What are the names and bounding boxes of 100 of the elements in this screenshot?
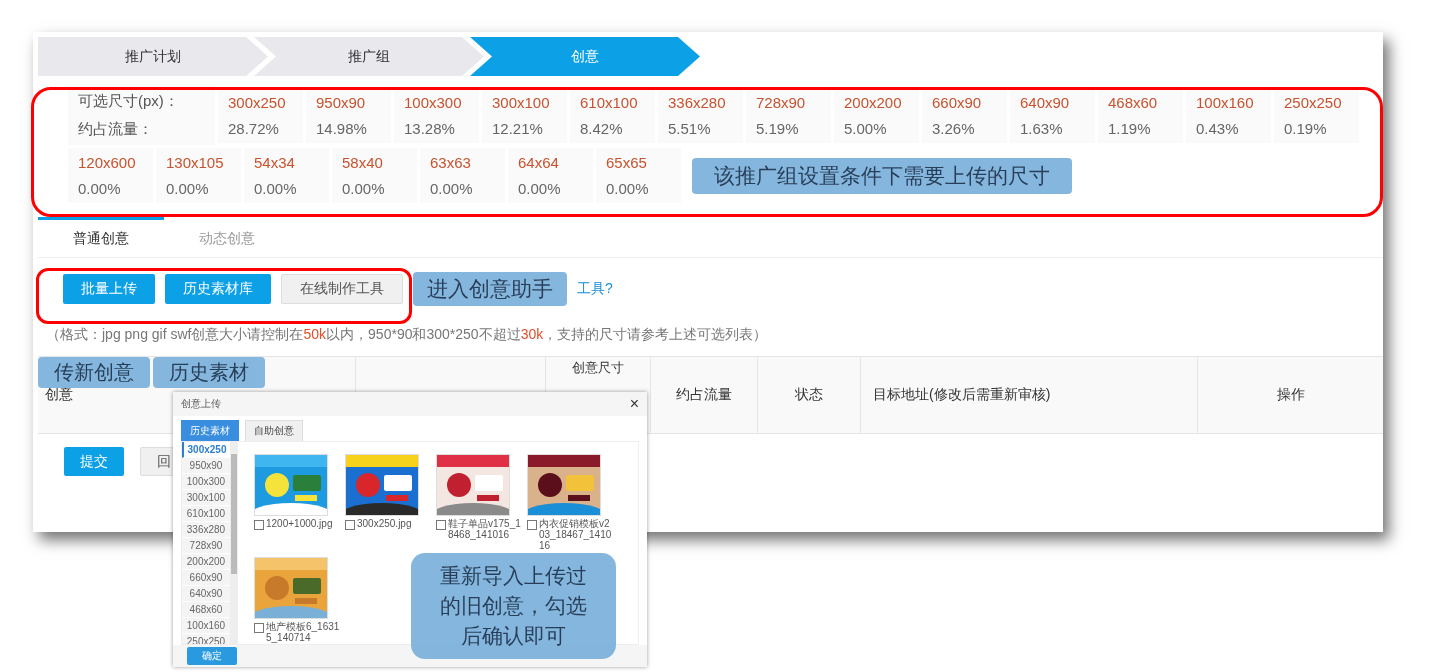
size-value: 336x280	[668, 94, 727, 111]
size-value: 640x90	[1020, 94, 1071, 111]
size-list-item[interactable]: 728x90	[182, 538, 230, 554]
size-option[interactable]: 120x600 0.00%	[68, 148, 153, 203]
traffic-value: 1.19%	[1108, 120, 1152, 137]
traffic-value: 3.26%	[932, 120, 976, 137]
traffic-value: 28.72%	[228, 120, 280, 137]
size-value: 130x105	[166, 154, 225, 171]
traffic-value: 0.00%	[254, 180, 298, 197]
size-value: 728x90	[756, 94, 807, 111]
size-list-item[interactable]: 468x60	[182, 602, 230, 618]
size-list-item[interactable]: 660x90	[182, 570, 230, 586]
size-option[interactable]: 640x90 1.63%	[1010, 88, 1095, 143]
size-option[interactable]: 58x40 0.00%	[332, 148, 417, 203]
size-list-item[interactable]: 640x90	[182, 586, 230, 602]
traffic-value: 0.00%	[606, 180, 650, 197]
traffic-value: 0.00%	[166, 180, 210, 197]
traffic-value: 0.00%	[342, 180, 386, 197]
step-tab[interactable]: 推广组	[254, 37, 484, 76]
dialog-title: 创意上传	[181, 397, 221, 411]
toolbar-button[interactable]: 在线制作工具	[281, 274, 403, 304]
dialog-tab[interactable]: 历史素材	[181, 420, 239, 441]
column-header: 目标地址(修改后需重新审核)	[873, 386, 1051, 404]
help-link[interactable]: 工具?	[577, 280, 613, 298]
traffic-value: 0.00%	[518, 180, 562, 197]
checkbox[interactable]	[436, 520, 446, 530]
confirm-button[interactable]: 确定	[187, 647, 237, 665]
size-option[interactable]: 64x64 0.00%	[508, 148, 593, 203]
file-name: 鞋子单品v175_18468_141016	[448, 518, 522, 540]
tab[interactable]: 普通创意	[38, 217, 164, 257]
size-option[interactable]: 100x300 13.28%	[394, 88, 479, 143]
checkbox[interactable]	[254, 520, 264, 530]
size-value: 100x160	[1196, 94, 1255, 111]
size-option[interactable]: 610x100 8.42%	[570, 88, 655, 143]
size-option[interactable]: 100x160 0.43%	[1186, 88, 1271, 143]
size-option[interactable]: 250x250 0.19%	[1274, 88, 1359, 143]
size-label: 可选尺寸(px)：	[78, 92, 180, 111]
size-option[interactable]: 200x200 5.00%	[834, 88, 919, 143]
size-option[interactable]: 728x90 5.19%	[746, 88, 831, 143]
action-button[interactable]: 提交	[64, 447, 124, 476]
checkbox[interactable]	[527, 520, 537, 530]
traffic-value: 0.00%	[78, 180, 122, 197]
size-list-item[interactable]: 100x160	[182, 618, 230, 634]
dialog-tab[interactable]: 自助创意	[245, 420, 303, 441]
size-list-item[interactable]: 200x200	[182, 554, 230, 570]
size-value: 660x90	[932, 94, 983, 111]
size-option[interactable]: 65x65 0.00%	[596, 148, 681, 203]
size-option[interactable]: 468x60 1.19%	[1098, 88, 1183, 143]
size-value: 610x100	[580, 94, 639, 111]
toolbar-button[interactable]: 批量上传	[63, 274, 155, 304]
annotation-callout: 历史素材	[153, 357, 265, 388]
traffic-value: 5.00%	[844, 120, 888, 137]
size-list-item[interactable]: 100x300	[182, 474, 230, 490]
size-value: 54x34	[254, 154, 296, 171]
size-value: 58x40	[342, 154, 384, 171]
size-option[interactable]: 63x63 0.00%	[420, 148, 505, 203]
traffic-value: 0.43%	[1196, 120, 1240, 137]
size-value: 100x300	[404, 94, 463, 111]
traffic-value: 0.00%	[430, 180, 474, 197]
column-header: 约占流量	[676, 386, 732, 404]
size-value: 63x63	[430, 154, 472, 171]
traffic-value: 14.98%	[316, 120, 368, 137]
column-header: 创意	[45, 386, 73, 404]
size-list-item[interactable]: 950x90	[182, 458, 230, 474]
file-name: 内衣促销模板v203_18467_141016	[539, 518, 613, 551]
toolbar-button[interactable]: 历史素材库	[165, 274, 271, 304]
step-tab[interactable]: 推广计划	[38, 37, 268, 76]
size-list-item[interactable]: 336x280	[182, 522, 230, 538]
annotation-callout: 重新导入上传过的旧创意，勾选后确认即可	[411, 553, 616, 659]
size-value: 200x200	[844, 94, 903, 111]
step-tab[interactable]: 创意	[470, 37, 700, 76]
scrollbar[interactable]	[230, 442, 238, 644]
size-value: 950x90	[316, 94, 367, 111]
file-name: 300x250.jpg	[357, 518, 412, 529]
annotation-callout: 该推广组设置条件下需要上传的尺寸	[692, 157, 1072, 194]
checkbox[interactable]	[254, 623, 264, 633]
size-option[interactable]: 300x100 12.21%	[482, 88, 567, 143]
traffic-value: 13.28%	[404, 120, 456, 137]
size-option[interactable]: 336x280 5.51%	[658, 88, 743, 143]
size-option[interactable]: 950x90 14.98%	[306, 88, 391, 143]
size-list-item[interactable]: 300x250	[182, 442, 230, 458]
size-option[interactable]: 130x105 0.00%	[156, 148, 241, 203]
size-list-item[interactable]: 300x100	[182, 490, 230, 506]
size-option[interactable]: 660x90 3.26%	[922, 88, 1007, 143]
tab[interactable]: 动态创意	[164, 217, 290, 257]
annotation-callout: 传新创意	[38, 357, 150, 388]
size-option[interactable]: 54x34 0.00%	[244, 148, 329, 203]
size-value: 468x60	[1108, 94, 1159, 111]
file-name: 1200+1000.jpg	[266, 518, 333, 529]
size-value: 65x65	[606, 154, 648, 171]
close-button[interactable]: ×	[629, 395, 639, 413]
size-value: 120x600	[78, 154, 137, 171]
size-option[interactable]: 300x250 28.72%	[218, 88, 303, 143]
size-list-item[interactable]: 610x100	[182, 506, 230, 522]
size-value: 64x64	[518, 154, 560, 171]
format-hint: （格式：jpg png gif swf创意大小请控制在50k以内，950*90和300*250不超过30k，支持的尺寸请参考上述可选列表）	[46, 326, 769, 342]
checkbox[interactable]	[345, 520, 355, 530]
traffic-value: 5.51%	[668, 120, 712, 137]
annotation-callout: 进入创意助手	[413, 272, 567, 306]
traffic-value: 0.19%	[1284, 120, 1328, 137]
